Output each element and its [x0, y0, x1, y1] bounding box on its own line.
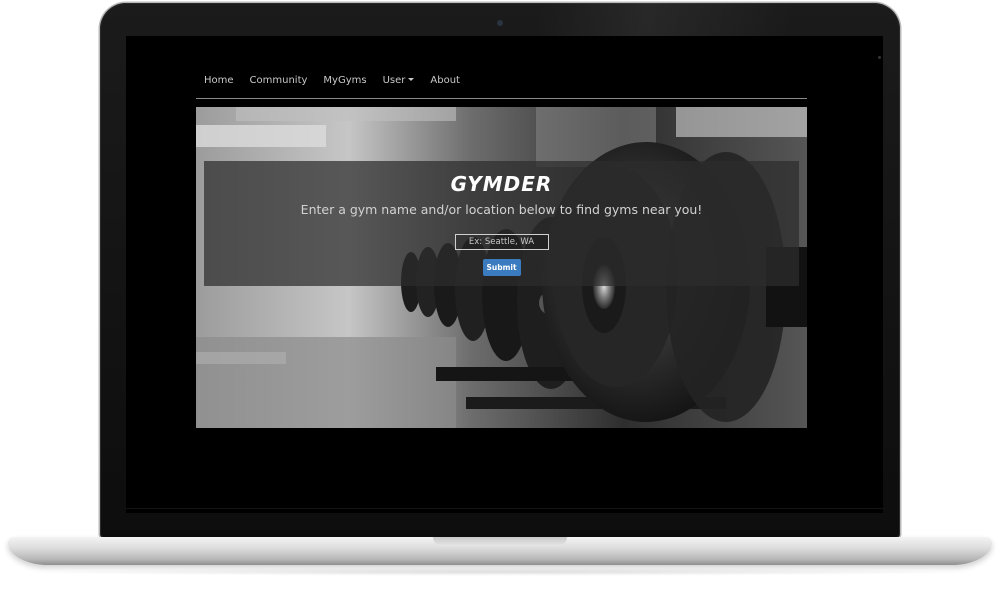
laptop-mockup: Home Community MyGyms User About GYMDER … [0, 0, 1000, 604]
nav-about[interactable]: About [430, 75, 460, 86]
screen-footer-line [126, 508, 883, 509]
nav-mygyms[interactable]: MyGyms [323, 75, 366, 86]
submit-button[interactable]: Submit [482, 259, 521, 276]
browser-viewport: Home Community MyGyms User About GYMDER … [126, 36, 883, 513]
lid-opening-notch [433, 537, 567, 546]
base-shadow [30, 568, 970, 576]
gym-search-input[interactable] [454, 234, 549, 250]
hero-tagline: Enter a gym name and/or location below t… [300, 202, 703, 217]
nav-divider [196, 98, 807, 99]
webcam-icon [497, 20, 503, 26]
chevron-down-icon [408, 78, 415, 81]
laptop-lid: Home Community MyGyms User About GYMDER … [100, 3, 900, 538]
top-navbar: Home Community MyGyms User About [196, 62, 807, 98]
hero-section: GYMDER Enter a gym name and/or location … [196, 107, 807, 428]
lid-reflection [540, 3, 900, 37]
brand-logo: GYMDER [450, 172, 553, 196]
screen-edge-dot [878, 56, 881, 59]
laptop-base [8, 537, 992, 565]
nav-community[interactable]: Community [250, 75, 308, 86]
nav-user-dropdown[interactable]: User [383, 75, 415, 86]
nav-user-label: User [382, 74, 406, 86]
search-panel: GYMDER Enter a gym name and/or location … [204, 161, 799, 286]
nav-home[interactable]: Home [204, 75, 234, 86]
